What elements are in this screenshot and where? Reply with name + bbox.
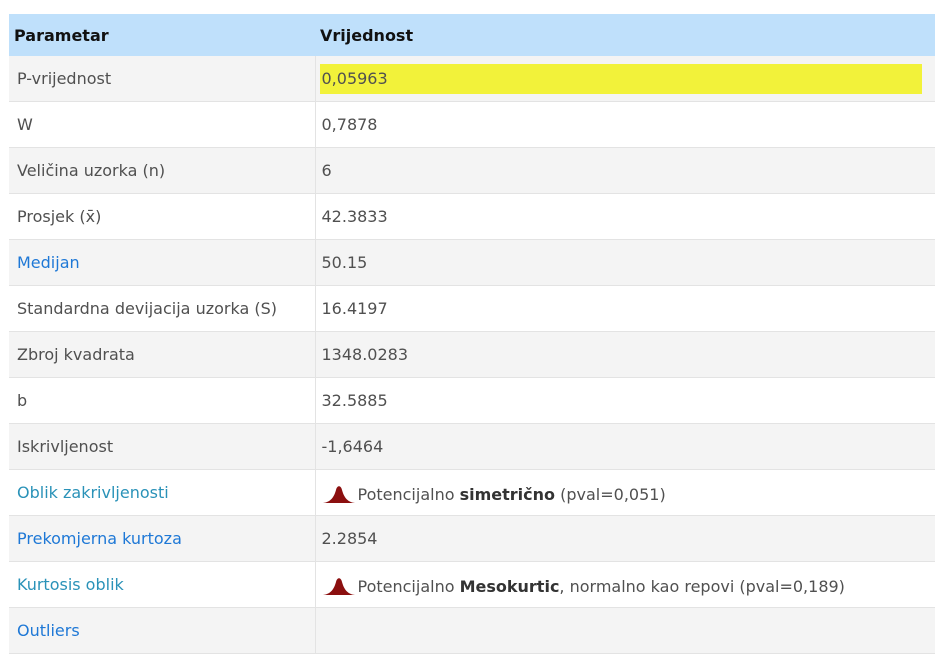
row-value-kurtosis-shape: Potencijalno Mesokurtic, normalno kao re… bbox=[315, 561, 935, 608]
row-value-skewness: -1,6464 bbox=[315, 423, 935, 470]
row-value-b: 32.5885 bbox=[315, 377, 935, 424]
results-table: Parametar Vrijednost P-vrijednost 0,0596… bbox=[9, 14, 935, 654]
row-label-w: W bbox=[9, 101, 316, 148]
row-label-sample-size: Veličina uzorka (n) bbox=[9, 147, 316, 194]
row-value-cell: 0,05963 bbox=[315, 56, 935, 102]
row-label-b: b bbox=[9, 377, 316, 424]
table-row: Kurtosis oblik Potencijalno Mesokurtic, … bbox=[9, 561, 935, 608]
row-label-mean: Prosjek (x̄) bbox=[9, 193, 316, 240]
row-value-sample-size: 6 bbox=[315, 147, 935, 194]
header-parametar: Parametar bbox=[9, 14, 315, 56]
table-header-row: Parametar Vrijednost bbox=[9, 14, 935, 56]
skewness-shape-prefix: Potencijalno bbox=[357, 484, 455, 504]
header-vrijednost: Vrijednost bbox=[315, 14, 935, 56]
row-label-p-value: P-vrijednost bbox=[9, 56, 316, 102]
row-label-sum-squares: Zbroj kvadrata bbox=[9, 331, 316, 378]
table-row: b 32.5885 bbox=[9, 377, 935, 424]
row-value-sum-squares: 1348.0283 bbox=[315, 331, 935, 378]
kurtosis-shape-suffix: , normalno kao repovi (pval=0,189) bbox=[559, 576, 845, 596]
row-link-median[interactable]: Medijan bbox=[9, 239, 316, 286]
table-row: Standardna devijacija uzorka (S) 16.4197 bbox=[9, 285, 935, 332]
row-value-excess-kurtosis: 2.2854 bbox=[315, 515, 935, 562]
distribution-peak-icon bbox=[322, 485, 355, 503]
row-value-skewness-shape: Potencijalno simetrično (pval=0,051) bbox=[315, 469, 935, 516]
skewness-shape-strong: simetrično bbox=[459, 484, 556, 504]
row-value-median: 50.15 bbox=[315, 239, 935, 286]
row-link-outliers[interactable]: Outliers bbox=[9, 607, 316, 654]
row-value-w: 0,7878 bbox=[315, 101, 935, 148]
row-value-outliers bbox=[315, 607, 935, 654]
table-row: Zbroj kvadrata 1348.0283 bbox=[9, 331, 935, 378]
row-link-kurtosis-shape[interactable]: Kurtosis oblik bbox=[9, 561, 316, 608]
p-value-highlighted: 0,05963 bbox=[319, 63, 922, 94]
results-table-container: Parametar Vrijednost P-vrijednost 0,0596… bbox=[9, 14, 935, 654]
row-link-skewness-shape[interactable]: Oblik zakrivljenosti bbox=[9, 469, 316, 516]
table-row: Prekomjerna kurtoza 2.2854 bbox=[9, 515, 935, 562]
table-row: Veličina uzorka (n) 6 bbox=[9, 147, 935, 194]
table-row: P-vrijednost 0,05963 bbox=[9, 56, 935, 102]
table-row: Oblik zakrivljenosti Potencijalno simetr… bbox=[9, 469, 935, 516]
kurtosis-shape-strong: Mesokurtic bbox=[459, 576, 560, 596]
skewness-shape-suffix: (pval=0,051) bbox=[560, 484, 666, 504]
row-label-skewness: Iskrivljenost bbox=[9, 423, 316, 470]
row-value-std-dev: 16.4197 bbox=[315, 285, 935, 332]
table-row: Outliers bbox=[9, 607, 935, 654]
table-row: W 0,7878 bbox=[9, 101, 935, 148]
table-row: Iskrivljenost -1,6464 bbox=[9, 423, 935, 470]
kurtosis-shape-prefix: Potencijalno bbox=[357, 576, 455, 596]
table-row: Prosjek (x̄) 42.3833 bbox=[9, 193, 935, 240]
row-value-mean: 42.3833 bbox=[315, 193, 935, 240]
distribution-peak-icon bbox=[322, 577, 355, 595]
row-label-std-dev: Standardna devijacija uzorka (S) bbox=[9, 285, 316, 332]
row-link-excess-kurtosis[interactable]: Prekomjerna kurtoza bbox=[9, 515, 316, 562]
table-row: Medijan 50.15 bbox=[9, 239, 935, 286]
